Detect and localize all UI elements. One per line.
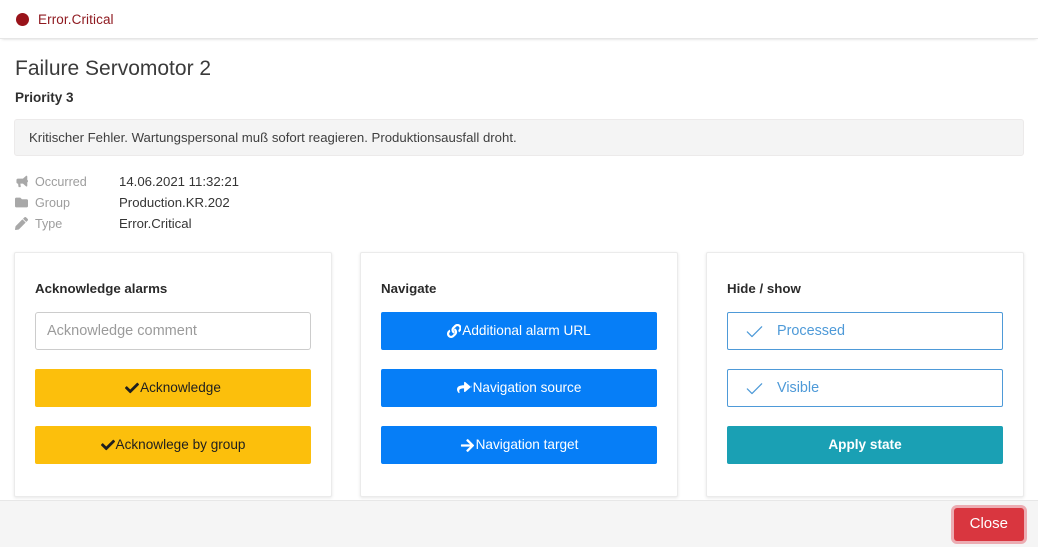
acknowledge-by-group-button-label: Acknowlege by group [115,437,246,453]
meta-value: Error.Critical [119,216,192,231]
meta-key: Occurred [35,174,87,189]
meta-row-group: Group Production.KR.202 [15,192,1024,213]
navigation-target-button[interactable]: Navigation target [381,426,657,464]
navigation-source-button[interactable]: Navigation source [381,369,657,407]
card-navigate: Navigate Additional alarm URL Navigation… [360,252,678,497]
severity-label: Error.Critical [38,11,114,27]
card-title: Hide / show [727,281,801,296]
pencil-icon [15,217,35,230]
check-icon [125,381,140,395]
alarm-priority: Priority 3 [15,90,74,105]
acknowledge-button-label: Acknowledge [140,380,221,396]
folder-icon [15,196,35,209]
meta-key: Type [35,216,63,231]
toggle-visible-button[interactable]: Visible [727,369,1003,407]
acknowledge-button[interactable]: Acknowledge [35,369,311,407]
bullhorn-icon [15,175,35,188]
arrow-right-icon [460,438,476,453]
alarm-meta-list: Occurred 14.06.2021 11:32:21 Group Produ… [15,171,1024,234]
toggle-processed-label: Processed [777,322,845,339]
circle-icon [16,12,29,26]
additional-alarm-url-label: Additional alarm URL [462,323,591,339]
acknowledge-by-group-button[interactable]: Acknowlege by group [35,426,311,464]
dialog-body: Failure Servomotor 2 Priority 3 Kritisch… [0,39,1038,500]
meta-row-type: Type Error.Critical [15,213,1024,234]
meta-row-occurred: Occurred 14.06.2021 11:32:21 [15,171,1024,192]
alarm-detail-dialog: Error.Critical Failure Servomotor 2 Prio… [0,0,1038,547]
meta-key: Group [35,195,71,210]
meta-value: Production.KR.202 [119,195,230,210]
dialog-footer: Close [0,500,1038,547]
check-icon [746,380,777,397]
action-cards: Acknowledge alarms Acknowledge Acknowleg… [14,252,1024,497]
link-icon [447,324,462,338]
check-icon [100,438,116,452]
card-acknowledge-alarms: Acknowledge alarms Acknowledge Acknowleg… [14,252,332,497]
close-button[interactable]: Close [953,507,1024,541]
page-title: Failure Servomotor 2 [15,57,212,80]
navigation-source-label: Navigation source [472,380,582,396]
dialog-header: Error.Critical [0,0,1038,39]
apply-state-label: Apply state [828,437,902,453]
toggle-processed-button[interactable]: Processed [727,312,1003,350]
toggle-visible-label: Visible [777,379,820,396]
apply-state-button[interactable]: Apply state [727,426,1003,464]
card-title: Navigate [381,281,437,296]
card-title: Acknowledge alarms [35,281,168,296]
alarm-message: Kritischer Fehler. Wartungspersonal muß … [14,119,1024,156]
additional-alarm-url-button[interactable]: Additional alarm URL [381,312,657,350]
check-icon [746,323,777,340]
meta-value: 14.06.2021 11:32:21 [119,174,240,189]
card-hide-show: Hide / show Processed Visible Apply stat… [706,252,1024,497]
navigation-target-label: Navigation target [475,437,579,453]
acknowledge-comment-input[interactable] [35,312,311,350]
share-arrow-icon [456,381,473,396]
